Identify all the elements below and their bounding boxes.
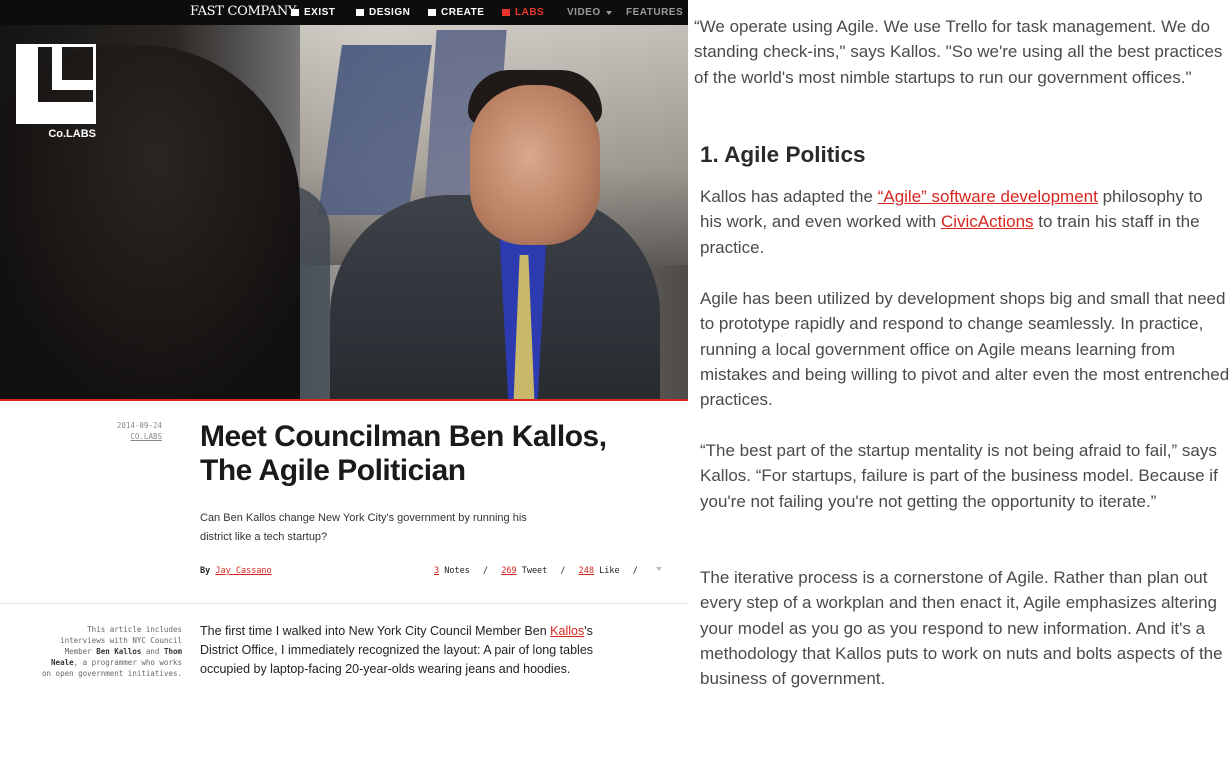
hero-photo (0, 25, 688, 401)
article-category-link[interactable]: CO.LABS (60, 432, 162, 441)
tweet-button[interactable]: Tweet (522, 566, 548, 576)
create-icon (428, 9, 436, 16)
article-date: 2014-09-24 (116, 421, 162, 430)
social-bar: 3 Notes / 269 Tweet / 248 Like / (434, 566, 638, 576)
agile-software-development-link[interactable]: “Agile” software development (878, 187, 1098, 206)
article-body-paragraph: The first time I walked into New York Ci… (200, 624, 594, 676)
fast-company-logo[interactable]: FAST COMPANY (190, 4, 297, 19)
nav-exist[interactable]: EXIST (291, 0, 335, 25)
article-sidenote: This article includes interviews with NY… (42, 625, 182, 678)
paragraph-iterative-process: The iterative process is a cornerstone o… (700, 568, 1223, 689)
left-panel: FAST COMPANY EXIST DESIGN CREATE LABS VI… (0, 0, 688, 700)
nav-features[interactable]: FEATURES (626, 0, 683, 25)
tweet-count-link[interactable]: 269 (501, 566, 516, 576)
exist-icon (291, 9, 299, 16)
chevron-down-icon (605, 10, 612, 15)
nav-video[interactable]: VIDEO (567, 0, 612, 25)
colabs-label: Co.LABS (48, 128, 96, 140)
quote-paragraph: “We operate using Agile. We use Trello f… (694, 17, 1223, 87)
like-button[interactable]: Like (599, 566, 619, 576)
article-title: Meet Councilman Ben Kallos, The Agile Po… (200, 420, 607, 487)
like-count-link[interactable]: 248 (579, 566, 594, 576)
section-heading: 1. Agile Politics (700, 142, 866, 167)
paragraph-startup-mentality: “The best part of the startup mentality … (700, 441, 1218, 511)
notes-count-link[interactable]: 3 (434, 566, 439, 576)
notes-button[interactable]: Notes (444, 566, 470, 576)
colabs-logo-icon[interactable] (16, 44, 96, 124)
paragraph-agile-adapted: Kallos has adapted the “Agile” software … (700, 187, 1203, 257)
right-panel-article-excerpt: “We operate using Agile. We use Trello f… (688, 0, 1230, 700)
article-dek: Can Ben Kallos change New York City's go… (200, 512, 527, 543)
nav-design[interactable]: DESIGN (356, 0, 410, 25)
author-link[interactable]: Jay Cassano (215, 566, 271, 576)
divider (0, 603, 688, 604)
kallos-link[interactable]: Kallos (550, 624, 584, 638)
nav-create[interactable]: CREATE (428, 0, 484, 25)
paragraph-agile-utilized: Agile has been utilized by development s… (700, 289, 1230, 410)
nav-labs[interactable]: LABS (502, 0, 544, 25)
site-navbar: FAST COMPANY EXIST DESIGN CREATE LABS VI… (0, 0, 688, 25)
civicactions-link[interactable]: CivicActions (941, 212, 1034, 231)
labs-icon (502, 9, 510, 16)
design-icon (356, 9, 364, 16)
share-menu-chevron-icon[interactable] (656, 567, 662, 571)
byline: By Jay Cassano (200, 566, 272, 576)
